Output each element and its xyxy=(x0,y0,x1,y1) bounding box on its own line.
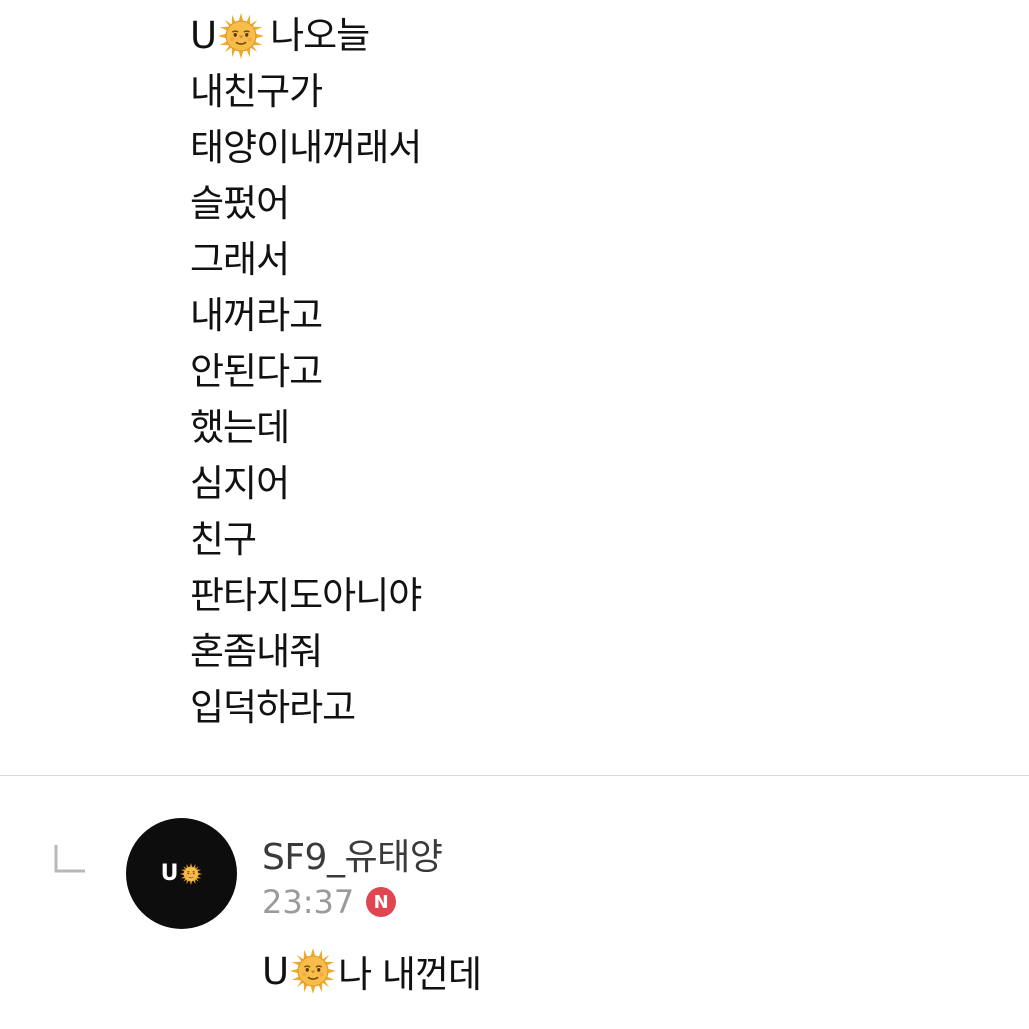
post-line: 내꺼라고 xyxy=(190,294,323,337)
comment-time: 23:37 xyxy=(262,883,355,921)
reply-arrow-icon xyxy=(54,845,85,873)
post-line: 그래서 xyxy=(190,238,290,281)
avatar-text: U xyxy=(160,861,179,886)
post-line: 심지어 xyxy=(190,462,290,505)
reply-message: U 나 내껀데 xyxy=(262,944,482,998)
post-line: 내친구가 xyxy=(190,70,323,113)
sun-with-face-icon xyxy=(218,13,264,59)
post-line: 태양이내꺼래서 xyxy=(190,126,422,169)
comment-meta: 23:37 N xyxy=(262,883,397,921)
post-line: 안된다고 xyxy=(190,350,323,393)
post-line: 했는데 xyxy=(190,406,290,449)
post-line-first: U 나오늘 xyxy=(190,8,421,64)
post-line: 입덕하라고 xyxy=(190,686,356,729)
reply-prefix: U xyxy=(262,949,289,993)
post-line: 슬펐어 xyxy=(190,182,290,225)
post-prefix: U xyxy=(190,14,217,57)
sun-with-face-icon xyxy=(180,863,202,885)
comment-author[interactable]: SF9_유태양 xyxy=(262,828,443,880)
post-line: 판타지도아니야 xyxy=(190,574,422,617)
reply-text: 나 내껀데 xyxy=(338,953,482,996)
avatar[interactable]: U xyxy=(126,818,237,929)
post-body: U 나오늘 내친구가 태양이내꺼래서 슬펐어 그래서 내꺼라고 안된다고 했는데… xyxy=(190,8,422,736)
sun-with-face-icon xyxy=(290,948,336,994)
post-line: 혼좀내줘 xyxy=(190,630,323,673)
post-line-text: 나오늘 xyxy=(270,14,370,57)
new-badge: N xyxy=(366,887,397,917)
comment-divider xyxy=(0,775,1029,776)
post-line: 친구 xyxy=(190,518,257,561)
